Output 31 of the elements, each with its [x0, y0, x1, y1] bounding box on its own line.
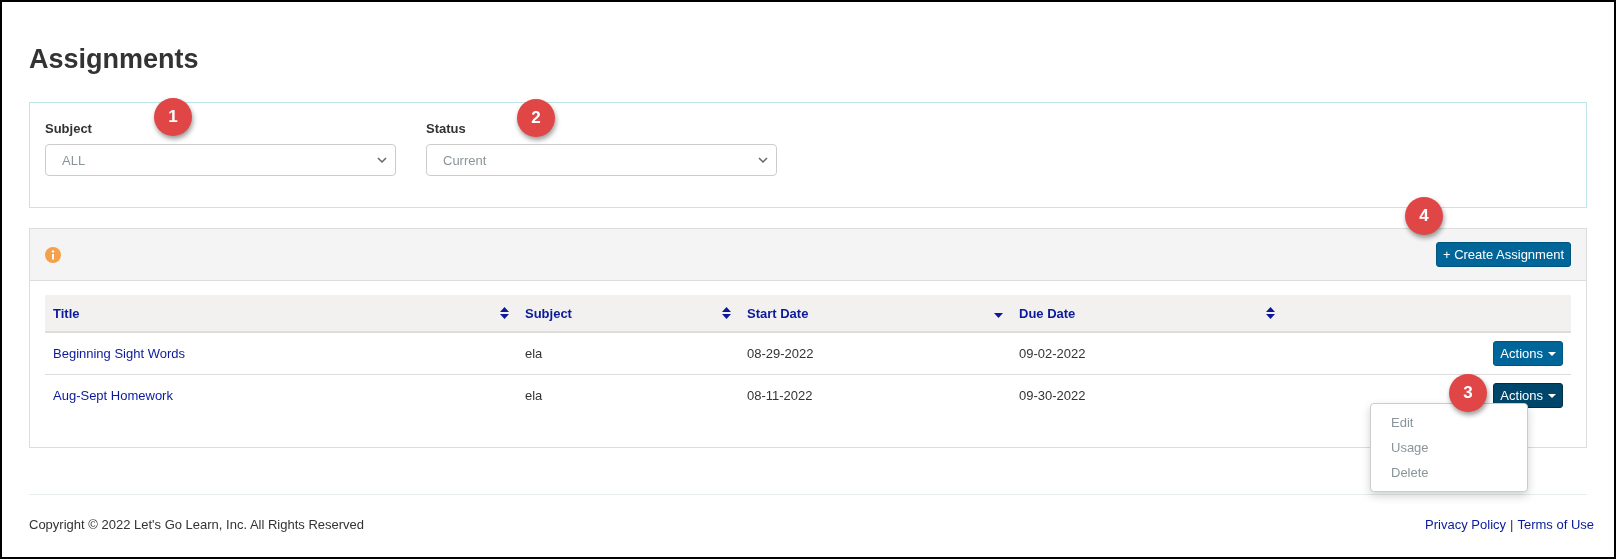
callout-badge: 4 [1405, 197, 1443, 235]
callout-badge: 1 [154, 98, 192, 136]
link-separator: | [1510, 517, 1514, 532]
caret-down-icon [1548, 393, 1556, 398]
footer-link[interactable]: Privacy Policy [1425, 517, 1507, 532]
chevron-down-icon [377, 156, 387, 164]
create-assignment-button[interactable]: + Create Assignment [1435, 242, 1571, 267]
column-header[interactable]: Start Date [747, 305, 809, 321]
table-cell: 09-02-2022 [1019, 346, 1086, 361]
chevron-down-icon [758, 156, 768, 164]
caret-down-icon [1548, 351, 1556, 356]
table-cell: 08-11-2022 [747, 388, 813, 403]
column-header[interactable]: Title [53, 305, 80, 321]
actions-button[interactable]: Actions [1493, 341, 1563, 366]
copyright-text: Copyright © 2022 Let's Go Learn, Inc. All Rights Reserved [29, 517, 365, 532]
table-cell: 08-29-2022 [747, 346, 814, 361]
sort-icon[interactable] [1266, 307, 1275, 319]
page-title: Assignments [29, 43, 200, 76]
sort-icon[interactable] [500, 307, 509, 319]
filter-label: Subject [45, 121, 93, 136]
callout-badge: 2 [517, 99, 555, 137]
table-cell: ela [525, 346, 543, 361]
table-cell: ela [525, 388, 543, 403]
sort-icon[interactable] [722, 307, 731, 319]
table-cell: 09-30-2022 [1019, 388, 1086, 403]
column-header[interactable]: Due Date [1019, 305, 1076, 321]
footer-link[interactable]: Terms of Use [1517, 517, 1594, 532]
assignment-link[interactable]: Aug-Sept Homework [53, 388, 173, 403]
filter-label: Status [426, 121, 467, 136]
column-header[interactable]: Subject [525, 305, 572, 321]
assignment-link[interactable]: Beginning Sight Words [53, 346, 185, 361]
